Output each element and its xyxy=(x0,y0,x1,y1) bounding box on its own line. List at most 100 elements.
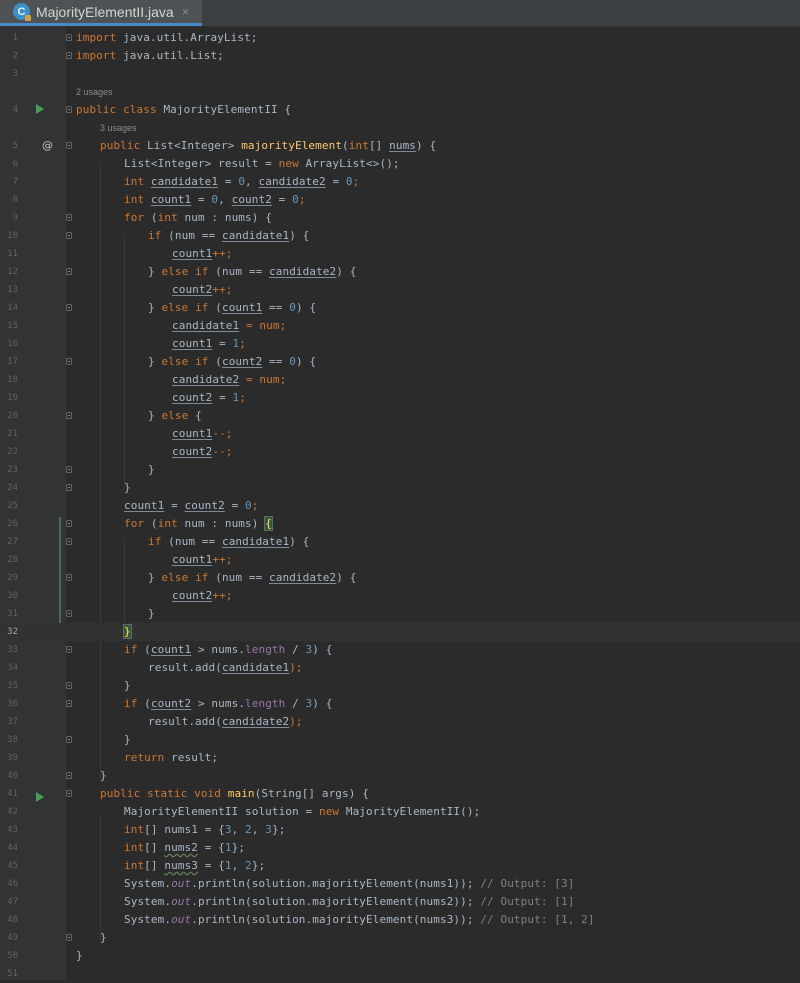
code-line: 47 System.out.println(solution.majorityE… xyxy=(0,893,800,911)
code-line: 2 import java.util.List; xyxy=(0,47,800,65)
code-text: } xyxy=(148,607,155,620)
java-class-icon: C xyxy=(13,3,31,21)
line-number: 44 xyxy=(7,843,18,853)
code-text: int[] nums1 = {3, 2, 3}; xyxy=(124,823,286,836)
code-line: 14 } else if (count1 == 0) { xyxy=(0,299,800,317)
code-line: 20 } else { xyxy=(0,407,800,425)
line-number: 20 xyxy=(7,411,18,421)
code-text: int[] nums2 = {1}; xyxy=(124,841,246,854)
line-number: 10 xyxy=(7,231,18,241)
line-number: 50 xyxy=(7,951,18,961)
code-text: candidate1 = num; xyxy=(172,319,287,332)
line-number: 7 xyxy=(12,177,18,187)
line-number: 43 xyxy=(7,825,18,835)
code-text: } xyxy=(148,463,155,476)
tab-majority-element-ii[interactable]: C MajorityElementII.java × xyxy=(0,0,202,26)
code-text: } else if (count1 == 0) { xyxy=(148,301,317,314)
code-line: 38 } xyxy=(0,731,800,749)
code-text: } else { xyxy=(148,409,202,422)
code-line: 23 } xyxy=(0,461,800,479)
editor-tab-bar: C MajorityElementII.java × xyxy=(0,0,800,27)
code-text: if (num == candidate1) { xyxy=(148,229,310,242)
line-number: 28 xyxy=(7,555,18,565)
usages-hint[interactable]: 3 usages xyxy=(100,119,137,137)
code-line: 36 if (count2 > nums.length / 3) { xyxy=(0,695,800,713)
code-text: count1++; xyxy=(172,553,233,566)
line-number: 42 xyxy=(7,807,18,817)
line-number: 16 xyxy=(7,339,18,349)
line-number: 11 xyxy=(7,249,18,259)
code-text: System.out.println(solution.majorityElem… xyxy=(124,877,575,890)
code-text: result.add(candidate1); xyxy=(148,661,303,674)
code-line: 15 candidate1 = num; xyxy=(0,317,800,335)
line-number: 32 xyxy=(7,627,18,637)
line-number: 17 xyxy=(7,357,18,367)
code-text: System.out.println(solution.majorityElem… xyxy=(124,913,595,926)
code-text: count2--; xyxy=(172,445,233,458)
code-line: 40 } xyxy=(0,767,800,785)
line-number: 47 xyxy=(7,897,18,907)
code-line: 5 public List<Integer> majorityElement(i… xyxy=(0,137,800,155)
code-text: public List<Integer> majorityElement(int… xyxy=(100,139,437,152)
line-number: 18 xyxy=(7,375,18,385)
line-number: 2 xyxy=(12,51,18,61)
line-number: 3 xyxy=(12,69,18,79)
code-line: 11 count1++; xyxy=(0,245,800,263)
code-text: count1++; xyxy=(172,247,233,260)
line-number: 6 xyxy=(12,159,18,169)
line-number: 40 xyxy=(7,771,18,781)
line-number: 31 xyxy=(7,609,18,619)
usages-hint[interactable]: 2 usages xyxy=(76,83,113,101)
code-line: 28 count1++; xyxy=(0,551,800,569)
code-line: 44 int[] nums2 = {1}; xyxy=(0,839,800,857)
code-line: 51 xyxy=(0,965,800,983)
line-number: 33 xyxy=(7,645,18,655)
close-icon[interactable]: × xyxy=(182,4,190,19)
code-line: 4 public class MajorityElementII { xyxy=(0,101,800,119)
code-line: 18 candidate2 = num; xyxy=(0,371,800,389)
code-line: 21 count1--; xyxy=(0,425,800,443)
code-line: 46 System.out.println(solution.majorityE… xyxy=(0,875,800,893)
code-text: return result; xyxy=(124,751,219,764)
line-number: 39 xyxy=(7,753,18,763)
code-line: 34 result.add(candidate1); xyxy=(0,659,800,677)
code-text: } xyxy=(124,481,131,494)
code-line: 12 } else if (num == candidate2) { xyxy=(0,263,800,281)
code-line: 43 int[] nums1 = {3, 2, 3}; xyxy=(0,821,800,839)
code-text: int[] nums3 = {1, 2}; xyxy=(124,859,266,872)
code-text: for (int num : nums) { xyxy=(124,516,273,531)
code-line: 35 } xyxy=(0,677,800,695)
code-text: count2 = 1; xyxy=(172,391,246,404)
code-line: 19 count2 = 1; xyxy=(0,389,800,407)
code-text: count2++; xyxy=(172,589,233,602)
code-line: 26 for (int num : nums) { xyxy=(0,515,800,533)
code-line: 6 List<Integer> result = new ArrayList<>… xyxy=(0,155,800,173)
code-text: for (int num : nums) { xyxy=(124,211,272,224)
line-number: 12 xyxy=(7,267,18,277)
code-text: count1--; xyxy=(172,427,233,440)
line-number: 22 xyxy=(7,447,18,457)
code-text: } xyxy=(123,624,132,639)
code-text: } xyxy=(124,733,131,746)
code-line-current: 32 } xyxy=(0,623,800,641)
code-line: 33 if (count1 > nums.length / 3) { xyxy=(0,641,800,659)
line-number: 21 xyxy=(7,429,18,439)
code-text: } else if (num == candidate2) { xyxy=(148,571,357,584)
code-line: 42 MajorityElementII solution = new Majo… xyxy=(0,803,800,821)
line-number: 48 xyxy=(7,915,18,925)
code-line: 7 int candidate1 = 0, candidate2 = 0; xyxy=(0,173,800,191)
line-number: 8 xyxy=(12,195,18,205)
code-line: 27 if (num == candidate1) { xyxy=(0,533,800,551)
code-line: 13 count2++; xyxy=(0,281,800,299)
code-text: count1 = count2 = 0; xyxy=(124,499,259,512)
code-line: 9 for (int num : nums) { xyxy=(0,209,800,227)
line-number: 41 xyxy=(7,789,18,799)
line-number: 13 xyxy=(7,285,18,295)
tab-label: MajorityElementII.java xyxy=(36,3,174,20)
code-editor[interactable]: @ 2 usages 3 usages 1 import java.util.A… xyxy=(0,27,800,980)
line-number: 46 xyxy=(7,879,18,889)
code-line: 41 public static void main(String[] args… xyxy=(0,785,800,803)
line-number: 23 xyxy=(7,465,18,475)
line-number: 24 xyxy=(7,483,18,493)
code-text: count2++; xyxy=(172,283,233,296)
